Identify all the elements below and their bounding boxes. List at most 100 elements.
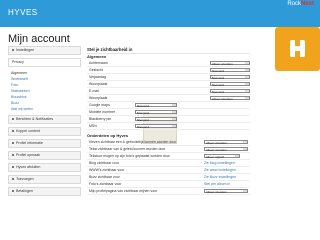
brand-logo: RockNext xyxy=(287,1,314,7)
visibility-select[interactable]: Alleen vrienden xyxy=(204,147,248,152)
bullet-icon xyxy=(12,190,14,193)
brand-prefix: Rock xyxy=(287,1,301,7)
setting-label: Mobiele nummer xyxy=(89,110,116,114)
setting-row: Blackberry pin Niemand xyxy=(87,116,250,123)
setting-row: Mijn profielpagina van zichtbaar mijnen … xyxy=(87,188,250,195)
setting-row: Woonplaats Niemand xyxy=(87,81,250,88)
top-bar: HYVES RockNext xyxy=(0,0,320,27)
setting-label: MSN xyxy=(89,124,97,128)
select-value: Niemand xyxy=(137,111,150,115)
setting-label: Kiezen zichtbaar een & gebruikelijk kunn… xyxy=(89,140,177,144)
visibility-select[interactable]: Niemand xyxy=(210,82,250,87)
select-value: Niemand xyxy=(212,90,225,94)
setting-row: Geslacht Niemand xyxy=(87,67,250,74)
select-value: Alleen vrienden xyxy=(212,97,233,101)
sidebar-group[interactable]: Berichten & Notificaties xyxy=(8,115,81,124)
select-value: Alleen vrienden xyxy=(206,141,227,145)
setting-row: Achternaam Alleen vrienden xyxy=(87,60,250,67)
visibility-select[interactable]: Alleen vrienden xyxy=(204,140,248,145)
setting-row: WWW's zichtbaar voor Zie www instellingen xyxy=(87,167,250,174)
visibility-select[interactable]: Niemand xyxy=(135,117,177,122)
chevron-down-icon xyxy=(245,83,249,85)
setting-label: Woonplaats xyxy=(89,96,108,100)
setting-row: MSN Niemand xyxy=(87,123,250,130)
sidebar-group-label: Berichten & Notificaties xyxy=(16,117,54,121)
sidebar-group[interactable]: Betalingen xyxy=(8,187,81,196)
sidebar-group-label: Toevoegen xyxy=(16,177,34,181)
setting-label: Blackberry pin xyxy=(89,117,112,121)
setting-label: Geslacht xyxy=(89,68,103,72)
setting-row: Blog zichtbaar voor Zie blog instellingen xyxy=(87,160,250,167)
chevron-down-icon xyxy=(172,118,176,120)
bullet-icon xyxy=(12,130,14,133)
chevron-down-icon xyxy=(243,148,247,150)
setting-row: Tekstuur mogen op zijn foto's geplaatst … xyxy=(87,153,250,160)
setting-label: Mijn profielpagina van zichtbaar mijnen … xyxy=(89,189,158,193)
visibility-select[interactable]: Alleen vrienden xyxy=(210,96,250,101)
settings-link[interactable]: Zie blog instellingen xyxy=(204,160,235,166)
select-value: Alleen vrienden xyxy=(212,62,233,66)
chevron-down-icon xyxy=(245,69,249,71)
sidebar-group-label: Koppel content xyxy=(16,129,40,133)
visibility-select[interactable]: Alleen vrienden xyxy=(210,61,250,66)
setting-label: WWW's zichtbaar voor xyxy=(89,168,125,172)
settings-link[interactable]: Zie Buzz instellingen xyxy=(204,174,236,180)
settings-link[interactable]: Zie www instellingen xyxy=(204,167,236,173)
visibility-select[interactable]: Niemand xyxy=(135,124,177,129)
select-value: Alleen vrienden xyxy=(206,190,227,194)
setting-row: Buzz zichtbaar voor Zie Buzz instellingen xyxy=(87,174,250,181)
chevron-down-icon xyxy=(245,62,249,64)
setting-label: Google maps xyxy=(89,103,110,107)
chevron-down-icon xyxy=(172,104,176,106)
sidebar-group-settings[interactable]: Instellingen xyxy=(8,46,81,55)
sidebar-group-label: Profiel informatie xyxy=(16,141,43,145)
visibility-select[interactable]: Alleen vrienden xyxy=(204,189,248,194)
sidebar-group-label: Privacy xyxy=(12,60,24,64)
setting-label: Verjaardag xyxy=(89,75,106,79)
sidebar-group-label: Instellingen xyxy=(16,48,35,52)
bullet-icon xyxy=(12,49,14,52)
sidebar-group[interactable]: Profiel opmaak xyxy=(8,151,81,160)
visibility-select[interactable]: Niemand xyxy=(210,89,250,94)
sidebar-link[interactable]: Wat wij weten xyxy=(8,106,81,112)
visibility-select[interactable]: Niemand xyxy=(210,68,250,73)
setting-row: Woonplaats Alleen vrienden xyxy=(87,95,250,102)
visibility-select[interactable]: Niemand xyxy=(135,110,177,115)
select-value: Niemand xyxy=(137,104,150,108)
visibility-select[interactable]: Alleen mijzelf xyxy=(204,154,240,159)
hyves-logo-icon xyxy=(275,27,320,71)
setting-row: Verjaardag Niemand xyxy=(87,74,250,81)
brand-mark: Next xyxy=(300,1,314,7)
select-value: Alleen mijzelf xyxy=(206,155,224,159)
bullet-icon xyxy=(12,166,14,169)
select-value: Niemand xyxy=(212,83,225,87)
sidebar-group[interactable]: Profiel informatie xyxy=(8,139,81,148)
sidebar-group[interactable]: Koppel content xyxy=(8,127,81,136)
sidebar-group-label: Betalingen xyxy=(16,189,33,193)
setting-label: Woonplaats xyxy=(89,82,108,86)
panel-heading: Stel je zichtbaarheid in xyxy=(87,46,250,54)
select-value: Niemand xyxy=(212,69,225,73)
visibility-select[interactable]: Niemand xyxy=(135,103,177,108)
chevron-down-icon xyxy=(235,155,239,157)
chevron-down-icon xyxy=(172,125,176,127)
sidebar-group-privacy[interactable]: Privacy xyxy=(8,58,81,67)
select-value: Niemand xyxy=(137,125,150,129)
sidebar-group[interactable]: Toevoegen xyxy=(8,175,81,184)
setting-label: Achternaam xyxy=(89,61,108,65)
sidebar-group[interactable]: Hyves afsluiten xyxy=(8,163,81,172)
setting-label: Tekst zichtbaar van & geleid kunnen word… xyxy=(89,147,166,151)
bullet-icon xyxy=(12,142,14,145)
setting-row: Google maps Niemand xyxy=(87,102,250,109)
chevron-down-icon xyxy=(245,90,249,92)
bullet-icon xyxy=(12,178,14,181)
chevron-down-icon xyxy=(243,190,247,192)
select-value: Alleen vrienden xyxy=(206,148,227,152)
privacy-panel: Stel je zichtbaarheid in Algemeen Achter… xyxy=(87,46,250,195)
settings-link[interactable]: Stel per album in xyxy=(204,181,230,187)
app-title[interactable]: HYVES xyxy=(8,8,38,17)
bullet-icon xyxy=(12,154,14,157)
chevron-down-icon xyxy=(243,141,247,143)
visibility-select[interactable]: Niemand xyxy=(210,75,250,80)
chevron-down-icon xyxy=(245,97,249,99)
